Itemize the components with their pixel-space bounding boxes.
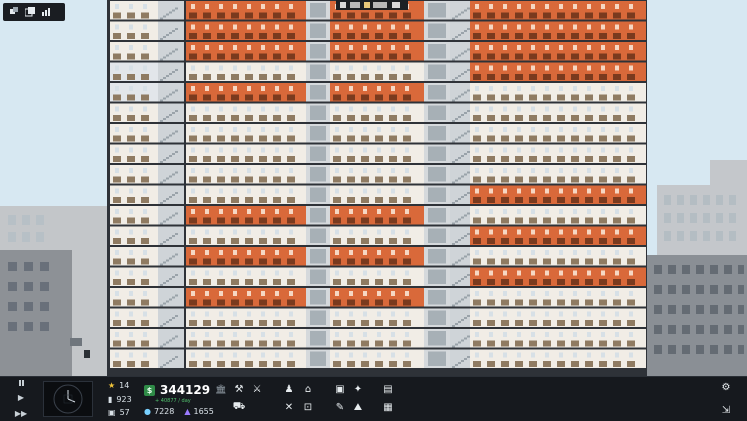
clock[interactable] [43, 381, 93, 417]
room [158, 83, 184, 102]
money-icon: $ [144, 384, 155, 396]
tower-scene[interactable] [0, 0, 747, 376]
bottom-hud: ▶ ▶▶ ★ 14 ▮ 923 ▣ 57 $ 344129 🏛 + 40877 … [0, 376, 747, 421]
cart-icon[interactable]: ⊡ [302, 401, 314, 413]
credits-counter[interactable]: ● 7228 [144, 407, 174, 416]
room [158, 62, 184, 81]
thermometer-icon: ▮ [108, 394, 113, 404]
picture-icon[interactable]: ▦ [382, 401, 394, 413]
graph-icon[interactable] [41, 7, 51, 17]
background-building-left [0, 206, 108, 376]
top-banner [336, 0, 408, 10]
book-icon[interactable]: ▤ [382, 383, 394, 395]
handshake-icon[interactable]: ✦ [352, 383, 364, 395]
room [158, 267, 184, 286]
landscape-icon[interactable]: ⛰ [352, 401, 364, 413]
paintbrush-icon[interactable]: ✎ [334, 401, 346, 413]
research-icon: ▲ [184, 407, 191, 416]
bank-icon[interactable]: 🏛 [215, 385, 226, 395]
hammer-icon[interactable]: ⚒ [233, 383, 245, 395]
stack-icon[interactable] [25, 7, 35, 17]
room [158, 308, 184, 327]
room [158, 329, 184, 348]
room [158, 1, 184, 20]
income-per-day: + 40877 / day [155, 398, 191, 404]
top-left-toolbar [3, 3, 65, 21]
fast-forward-icon[interactable]: ▶▶ [15, 409, 27, 418]
money-display[interactable]: $ 344129 🏛 [144, 383, 227, 397]
person-desk-icon[interactable]: ♟ [283, 383, 295, 395]
overview-icon[interactable] [9, 7, 19, 17]
credits-icon: ● [144, 407, 151, 416]
credits-value: 7228 [153, 407, 175, 416]
package-icon[interactable]: ▣ [334, 383, 346, 395]
pause-icon[interactable] [18, 380, 24, 386]
utensils-icon[interactable]: ✕ [283, 401, 295, 413]
room [158, 349, 184, 368]
research-counter[interactable]: ▲ 1655 [184, 407, 214, 416]
money-value: 344129 [160, 383, 211, 397]
resource-counters: ● 7228 ▲ 1655 [144, 407, 214, 416]
game-world[interactable] [0, 0, 747, 376]
play-icon[interactable]: ▶ [18, 393, 24, 402]
vehicle-icon[interactable]: ⛟ [233, 401, 246, 413]
rating-value: 14 [119, 381, 130, 390]
room [158, 247, 184, 266]
room [158, 185, 184, 204]
workers-value: 57 [119, 408, 130, 417]
room [158, 124, 184, 143]
room [158, 103, 184, 122]
worker-icon: ▣ [108, 408, 116, 417]
room [158, 206, 184, 225]
gear-icon[interactable]: ⚙ [722, 382, 731, 393]
population[interactable]: ▮ 923 [108, 394, 132, 405]
star-rating[interactable]: ★ 14 [108, 380, 132, 391]
room [158, 21, 184, 40]
room [158, 42, 184, 61]
room [158, 226, 184, 245]
star-icon: ★ [108, 381, 116, 390]
room [158, 288, 184, 307]
exit-icon[interactable]: ⇲ [722, 405, 730, 416]
speed-controls: ▶ ▶▶ [14, 380, 28, 418]
system-buttons: ⚙ ⇲ [720, 382, 732, 416]
tower-stats: ★ 14 ▮ 923 ▣ 57 [108, 380, 132, 418]
background-building-right [646, 160, 747, 376]
room [158, 144, 184, 163]
house-icon[interactable]: ⌂ [302, 383, 314, 395]
population-value: 923 [116, 394, 132, 404]
room [158, 165, 184, 184]
research-value: 1655 [193, 407, 214, 416]
cross-hammer-icon[interactable]: ⚔ [251, 383, 263, 395]
workers[interactable]: ▣ 57 [108, 407, 132, 418]
